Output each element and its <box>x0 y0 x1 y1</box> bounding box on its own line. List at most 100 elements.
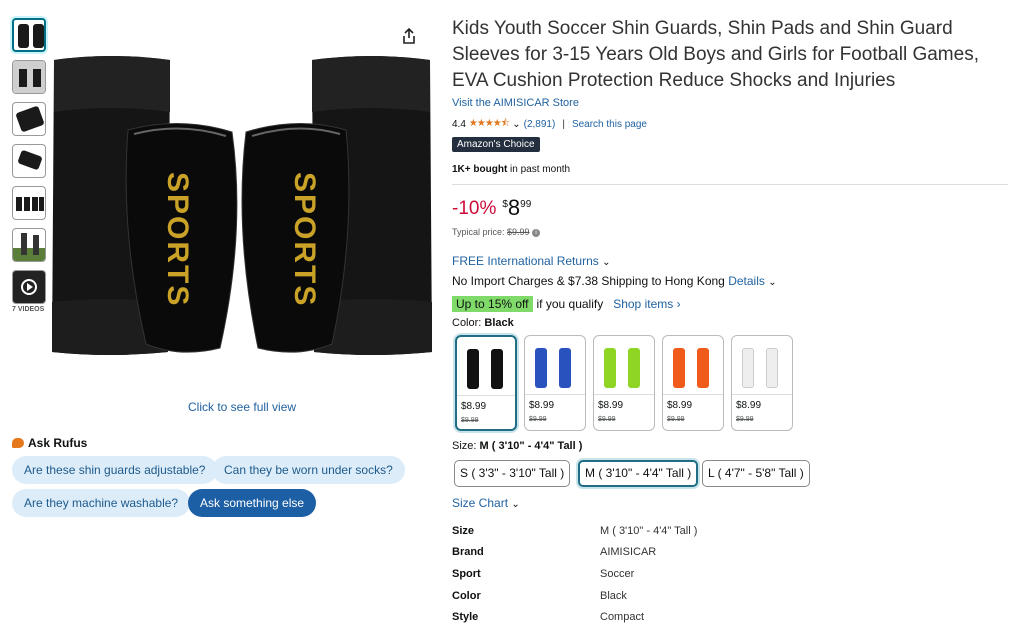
swatch-was-price: $9.99 <box>598 416 616 423</box>
selected-size: M ( 3'10" - 4'4" Tall ) <box>479 440 583 452</box>
bought-count-bold: 1K+ bought <box>452 164 508 175</box>
rating-value: 4.4 <box>452 119 466 130</box>
free-returns-link[interactable]: FREE International Returns ⌄ <box>452 254 610 268</box>
video-thumbnail[interactable] <box>12 270 46 304</box>
swatch-was-price: $9.99 <box>736 416 754 423</box>
thumbnail-5[interactable] <box>12 186 46 220</box>
shipping-info: No Import Charges & $7.38 Shipping to Ho… <box>452 274 777 288</box>
product-specs-table: Size M ( 3'10" - 4'4" Tall ) Brand AIMIS… <box>452 520 1008 625</box>
chevron-down-icon[interactable]: ⌄ <box>768 277 776 288</box>
main-product-image[interactable]: SPORTS SPORTS <box>50 52 434 360</box>
rufus-chip-washable[interactable]: Are they machine washable? <box>12 489 191 517</box>
selected-color: Black <box>484 317 514 329</box>
swatch-image <box>461 345 513 391</box>
promo-text: if you qualify <box>536 297 604 311</box>
swatch-image <box>598 344 650 390</box>
size-label-text: Size: <box>452 440 480 452</box>
spec-key: Size <box>452 524 475 537</box>
chevron-down-icon: ⌄ <box>602 257 611 268</box>
swatch-image <box>529 344 581 390</box>
chevron-down-icon: ⌄ <box>511 499 520 510</box>
chevron-down-icon[interactable]: ⌄ <box>512 119 520 130</box>
thumbnail-3[interactable] <box>12 102 46 136</box>
swatch-guard-left <box>467 349 479 389</box>
videos-count-label: 7 VIDEOS <box>12 306 45 313</box>
discount-percent: -10% <box>452 198 497 219</box>
click-full-view-link[interactable]: Click to see full view <box>188 400 296 414</box>
share-icon[interactable] <box>402 27 416 48</box>
spec-key: Color <box>452 589 481 602</box>
rating-count-link[interactable]: (2,891) <box>524 119 556 130</box>
spec-key: Sport <box>452 567 481 580</box>
swatch-price: $8.99 <box>667 400 693 411</box>
color-label: Color: Black <box>452 317 514 329</box>
rufus-chip-under-socks[interactable]: Can they be worn under socks? <box>212 456 405 484</box>
thumbnail-6[interactable] <box>12 228 46 262</box>
ask-rufus-title: Ask Rufus <box>28 436 88 450</box>
info-icon[interactable]: i <box>532 228 541 237</box>
spec-row: Sport Soccer <box>452 563 1008 585</box>
size-option-l[interactable]: L ( 4'7" - 5'8" Tall ) <box>702 460 810 487</box>
search-this-page-link[interactable]: Search this page <box>572 119 647 130</box>
swatch-image <box>736 344 788 390</box>
size-chart-link[interactable]: Size Chart ⌄ <box>452 496 520 510</box>
size-option-s[interactable]: S ( 3'3" - 3'10" Tall ) <box>454 460 571 487</box>
swatch-was-price: $9.99 <box>529 416 547 423</box>
spec-key: Style <box>452 611 479 624</box>
price-whole: 8 <box>507 195 521 220</box>
swatch-image <box>667 344 719 390</box>
swatch-price: $8.99 <box>461 401 487 412</box>
size-chart-label: Size Chart <box>452 496 509 510</box>
swatch-was-price: $9.99 <box>461 417 479 424</box>
swatch-price: $8.99 <box>736 400 762 411</box>
size-label: Size: M ( 3'10" - 4'4" Tall ) <box>452 440 582 452</box>
promo-row: Up to 15% off if you qualify Shop items … <box>452 296 681 312</box>
shipping-details-link[interactable]: Details <box>728 274 765 288</box>
rating-row: 4.4 ★★★★⯪ ⌄ (2,891) | Search this page <box>452 116 647 133</box>
divider <box>452 184 1008 185</box>
color-swatch-orange[interactable]: $8.99 $9.99 <box>662 335 724 431</box>
spec-value: AIMISICAR <box>600 546 657 559</box>
color-swatch-black[interactable]: $8.99 $9.99 <box>455 335 517 431</box>
rufus-chip-adjustable[interactable]: Are these shin guards adjustable? <box>12 456 218 484</box>
amazons-choice-badge: Amazon's Choice <box>452 137 540 152</box>
spec-value: M ( 3'10" - 4'4" Tall ) <box>600 524 698 537</box>
shipping-text: No Import Charges & $7.38 Shipping to Ho… <box>452 274 725 288</box>
spec-row: Brand AIMISICAR <box>452 542 1008 564</box>
spec-row: Style Compact <box>452 606 1008 625</box>
color-label-text: Color: <box>452 317 485 329</box>
guard-text-right: SPORTS <box>288 172 321 307</box>
promo-tag: Up to 15% off <box>452 296 533 312</box>
typical-price: Typical price: $9.99 i <box>452 227 541 237</box>
swatch-was-price: $9.99 <box>667 416 685 423</box>
spec-row: Size M ( 3'10" - 4'4" Tall ) <box>452 520 1008 542</box>
spec-value: Compact <box>600 611 645 624</box>
bought-count: 1K+ bought in past month <box>452 164 570 175</box>
swatch-guard-right <box>491 349 503 389</box>
ask-something-else-button[interactable]: Ask something else <box>188 489 317 517</box>
store-link[interactable]: Visit the AIMISICAR Store <box>452 97 579 109</box>
guard-text-left: SPORTS <box>161 172 194 307</box>
product-title: Kids Youth Soccer Shin Guards, Shin Pads… <box>452 18 979 91</box>
color-swatch-green[interactable]: $8.99 $9.99 <box>593 335 655 431</box>
shop-items-link[interactable]: Shop items › <box>613 297 680 311</box>
bought-count-rest: in past month <box>507 164 571 175</box>
rufus-icon <box>12 438 24 448</box>
spec-value: Soccer <box>600 567 635 580</box>
spec-key: Brand <box>452 546 484 559</box>
typical-price-label: Typical price: <box>452 227 508 237</box>
star-rating-icon[interactable]: ★★★★⯪ <box>469 116 510 133</box>
thumbnail-1[interactable] <box>12 18 46 52</box>
color-swatch-white[interactable]: $8.99 $9.99 <box>731 335 793 431</box>
typical-price-value: $9.99 <box>507 227 530 237</box>
ask-rufus-header: Ask Rufus <box>12 436 87 450</box>
thumbnail-2[interactable] <box>12 60 46 94</box>
thumbnail-4[interactable] <box>12 144 46 178</box>
spec-value: Black <box>600 589 627 602</box>
swatch-price: $8.99 <box>529 400 555 411</box>
size-option-m[interactable]: M ( 3'10" - 4'4" Tall ) <box>578 460 699 487</box>
swatch-price: $8.99 <box>598 400 624 411</box>
separator: | <box>562 119 565 130</box>
free-returns-label: FREE International Returns <box>452 254 599 268</box>
color-swatch-blue[interactable]: $8.99 $9.99 <box>524 335 586 431</box>
